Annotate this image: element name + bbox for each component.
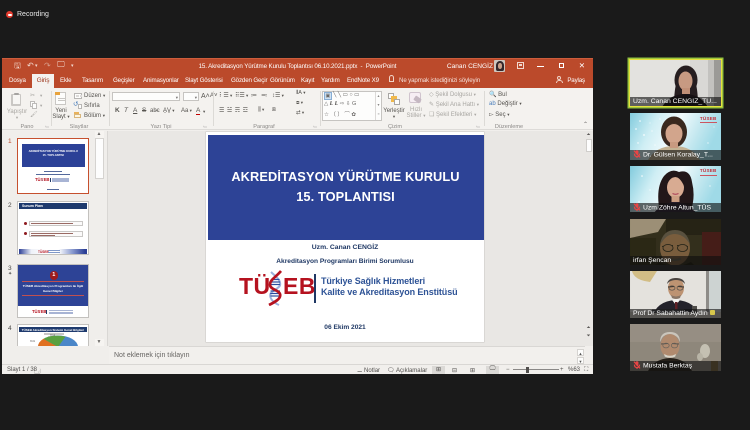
svg-text:%31: %31 bbox=[30, 340, 36, 343]
svg-text:%14: %14 bbox=[50, 334, 56, 337]
